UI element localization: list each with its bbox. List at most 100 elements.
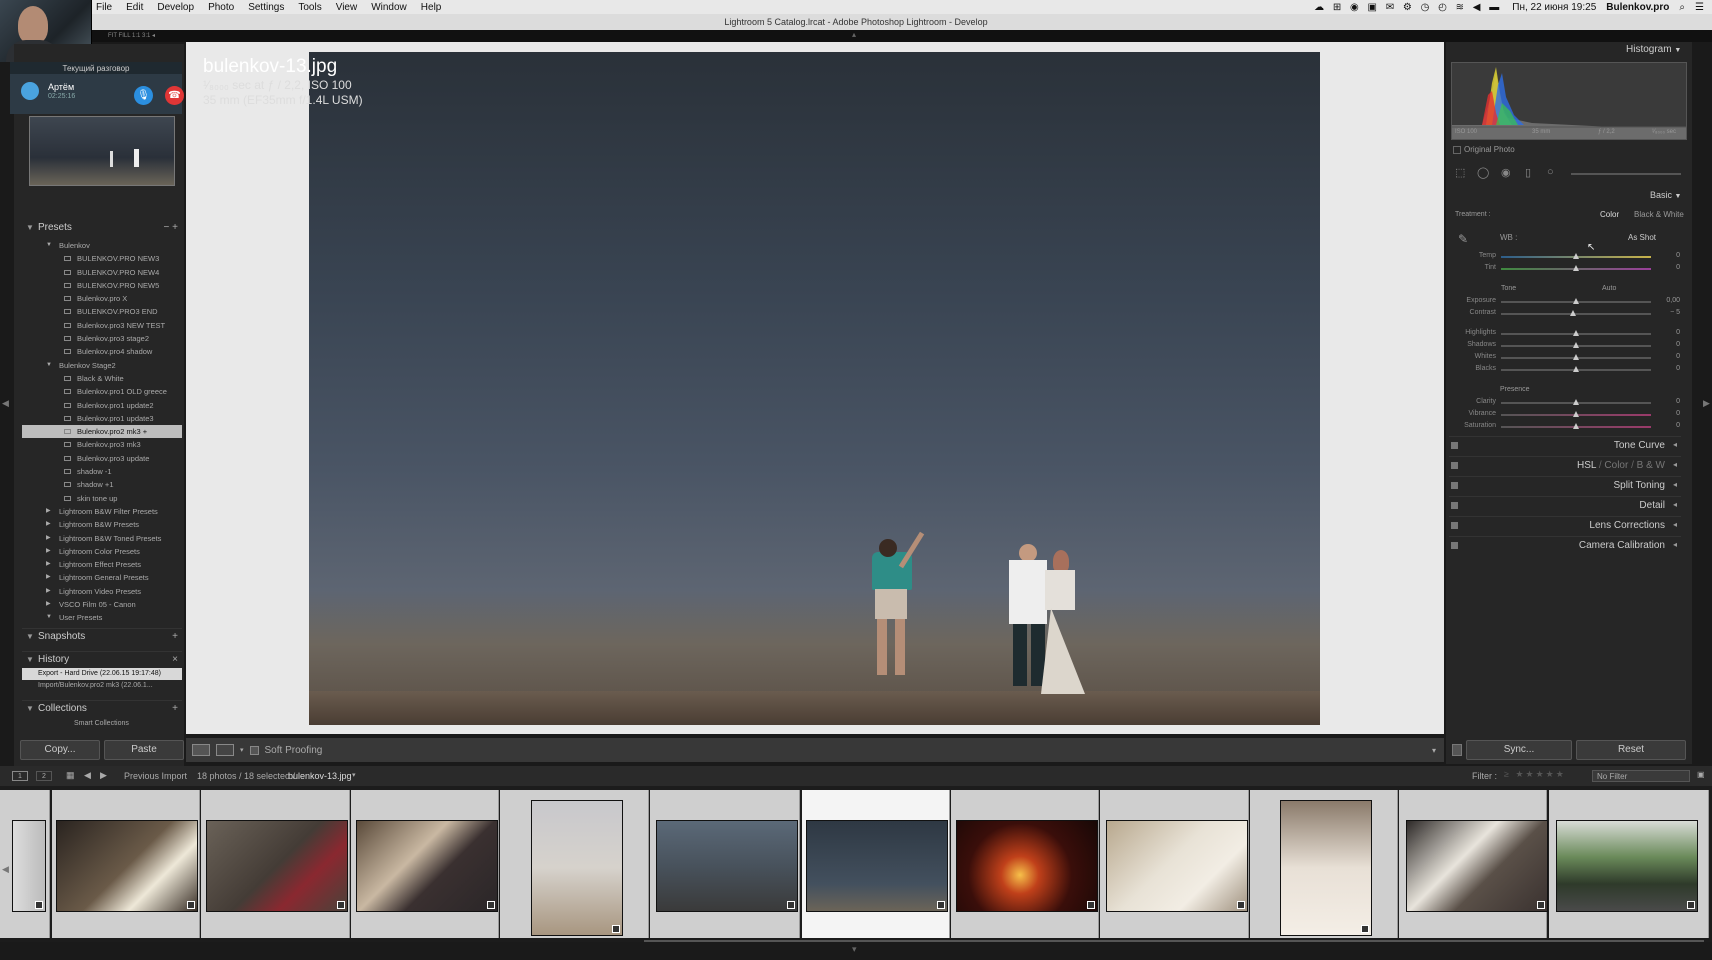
preset-folder[interactable]: ▼ Bulenkov Stage2 [22, 359, 182, 372]
expand-triangle-icon[interactable]: ◂ [1673, 520, 1677, 529]
section-2[interactable]: Split Toning ◂ [1449, 476, 1681, 494]
section-1[interactable]: HSL / Color / B & W ◂ [1449, 456, 1681, 474]
add-icon[interactable]: + [141, 427, 147, 436]
filmstrip-thumbnail[interactable] [56, 820, 198, 912]
preset-folder[interactable]: ▶ Lightroom B&W Toned Presets [22, 532, 182, 545]
preset-item[interactable]: Bulenkov.pro3 mk3 [22, 438, 182, 451]
section-toggle[interactable] [1451, 442, 1458, 449]
filmstrip-thumbnail[interactable] [1106, 820, 1248, 912]
section-toggle[interactable] [1451, 522, 1458, 529]
preset-item[interactable]: skin tone up [22, 492, 182, 505]
original-photo-checkbox[interactable] [1453, 146, 1461, 154]
navigator-preview[interactable] [29, 116, 175, 186]
filmstrip-thumbnail[interactable] [12, 820, 46, 912]
radial-filter-icon[interactable]: ○ [1547, 166, 1554, 178]
expand-triangle-icon[interactable]: ◂ [1673, 540, 1677, 549]
menu-help[interactable]: Help [421, 2, 442, 13]
disclosure-triangle-icon[interactable]: ▼ [46, 611, 52, 624]
main-photo[interactable] [309, 52, 1320, 725]
preset-item[interactable]: BULENKOV.PRO NEW3 [22, 252, 182, 265]
eyedropper-icon[interactable]: ✎ [1458, 232, 1468, 246]
slider-knob[interactable] [1573, 354, 1579, 360]
filmstrip-current[interactable]: bulenkov-13.jpg [288, 771, 352, 781]
soft-proofing-checkbox[interactable] [249, 745, 259, 755]
preset-item[interactable]: Bulenkov.pro1 OLD greece [22, 385, 182, 398]
section-toggle[interactable] [1451, 462, 1458, 469]
filmstrip-thumbnail[interactable] [206, 820, 348, 912]
rating-filter-icon[interactable]: ≥ ★★★★★ [1504, 769, 1566, 780]
red-eye-icon[interactable]: ◉ [1501, 166, 1511, 179]
preset-folder[interactable]: ▶ VSCO Film 05 - Canon [22, 598, 182, 611]
preset-item[interactable]: Bulenkov.pro2 mk3 + [22, 425, 182, 439]
slider-value[interactable]: 0 [1660, 410, 1680, 417]
menu-photo[interactable]: Photo [208, 2, 234, 13]
paste-button[interactable]: Paste [104, 740, 184, 760]
history-item[interactable]: Export - Hard Drive (22.06.15 19:17:48) [22, 668, 182, 680]
preset-item[interactable]: Black & White [22, 372, 182, 385]
section-5[interactable]: Camera Calibration ◂ [1449, 536, 1681, 554]
slider-knob[interactable] [1573, 253, 1579, 259]
slider-value[interactable]: 0,00 [1660, 297, 1680, 304]
spot-removal-icon[interactable]: ◯ [1477, 166, 1489, 179]
preset-folder[interactable]: ▶ Lightroom Effect Presets [22, 558, 182, 571]
slider-value[interactable]: − 5 [1660, 309, 1680, 316]
preset-folder[interactable]: ▶ Lightroom B&W Filter Presets [22, 505, 182, 518]
menu-edit[interactable]: Edit [126, 2, 143, 13]
expand-triangle-icon[interactable]: ◂ [1673, 480, 1677, 489]
graduated-filter-icon[interactable]: ▯ [1525, 166, 1531, 179]
disclosure-triangle-icon[interactable]: ▼ [46, 239, 52, 252]
slider-knob[interactable] [1570, 310, 1576, 316]
filmstrip-dropdown-icon[interactable]: ▾ [352, 771, 356, 779]
disclosure-triangle-icon[interactable]: ▶ [46, 558, 51, 571]
hsl-tab-0[interactable]: HSL [1577, 460, 1596, 471]
left-panel-toggle-icon[interactable]: ◀ [2, 398, 9, 409]
slider-saturation[interactable] [1501, 423, 1651, 429]
slider-temp[interactable] [1501, 253, 1651, 259]
slider-value[interactable]: 0 [1660, 264, 1680, 271]
hangup-icon[interactable]: ☎ [165, 86, 184, 105]
preset-item[interactable]: Bulenkov.pro1 update3 [22, 412, 182, 425]
preset-item[interactable]: shadow +1 [22, 478, 182, 491]
history-item[interactable]: Import/Bulenkov.pro2 mk3 (22.06.1... [22, 680, 182, 692]
menu-develop[interactable]: Develop [157, 2, 194, 13]
filmstrip-thumbnail[interactable] [1280, 800, 1372, 936]
filter-lock-icon[interactable]: ▣ [1697, 770, 1705, 779]
preset-folder[interactable]: ▶ Lightroom General Presets [22, 571, 182, 584]
user-name[interactable]: Bulenkov.pro [1606, 2, 1669, 13]
histogram[interactable]: ISO 100 35 mm ƒ / 2,2 ¹⁄₈₀₀₀ sec [1451, 62, 1687, 140]
section-toggle[interactable] [1451, 502, 1458, 509]
preset-folder[interactable]: ▶ Lightroom Video Presets [22, 585, 182, 598]
filmstrip-thumbnail[interactable] [531, 800, 623, 936]
treatment-color[interactable]: Color [1600, 210, 1619, 219]
sync-toggle[interactable] [1452, 744, 1462, 756]
add-preset-icon[interactable]: − + [164, 220, 178, 236]
slider-value[interactable]: 0 [1660, 398, 1680, 405]
forward-arrow-icon[interactable]: ▶ [100, 770, 107, 781]
preset-item[interactable]: Bulenkov.pro3 stage2 [22, 332, 182, 345]
clear-history-icon[interactable]: × [172, 652, 178, 668]
preset-item[interactable]: Bulenkov.pro3 update [22, 452, 182, 465]
disclosure-triangle-icon[interactable]: ▶ [46, 571, 51, 584]
preset-item[interactable]: Bulenkov.pro1 update2 [22, 399, 182, 412]
filmstrip-thumbnail[interactable] [1556, 820, 1698, 912]
disclosure-triangle-icon[interactable]: ▶ [46, 532, 51, 545]
filter-select[interactable]: No Filter [1592, 770, 1690, 782]
preset-folder[interactable]: ▶ Lightroom B&W Presets [22, 518, 182, 531]
hsl-tab-2[interactable]: B & W [1637, 460, 1665, 471]
preset-folder[interactable]: ▶ Lightroom Color Presets [22, 545, 182, 558]
slider-exposure[interactable] [1501, 298, 1651, 304]
top-collapse-arrow[interactable]: ▴ [852, 30, 856, 39]
presets-header[interactable]: ▼ Presets − + [22, 220, 182, 236]
toolbar-menu-icon[interactable]: ▾ [1432, 746, 1436, 755]
expand-triangle-icon[interactable]: ◂ [1673, 500, 1677, 509]
slider-knob[interactable] [1573, 298, 1579, 304]
filmstrip-thumbnail[interactable] [1406, 820, 1548, 912]
slider-value[interactable]: 0 [1660, 341, 1680, 348]
preset-folder[interactable]: ▼ User Presets [22, 611, 182, 624]
section-4[interactable]: Lens Corrections ◂ [1449, 516, 1681, 534]
treatment-bw[interactable]: Black & White [1634, 210, 1684, 219]
slider-knob[interactable] [1573, 411, 1579, 417]
filmstrip-thumbnail[interactable] [956, 820, 1098, 912]
expand-triangle-icon[interactable]: ◂ [1673, 440, 1677, 449]
preset-item[interactable]: Bulenkov.pro4 shadow [22, 345, 182, 358]
